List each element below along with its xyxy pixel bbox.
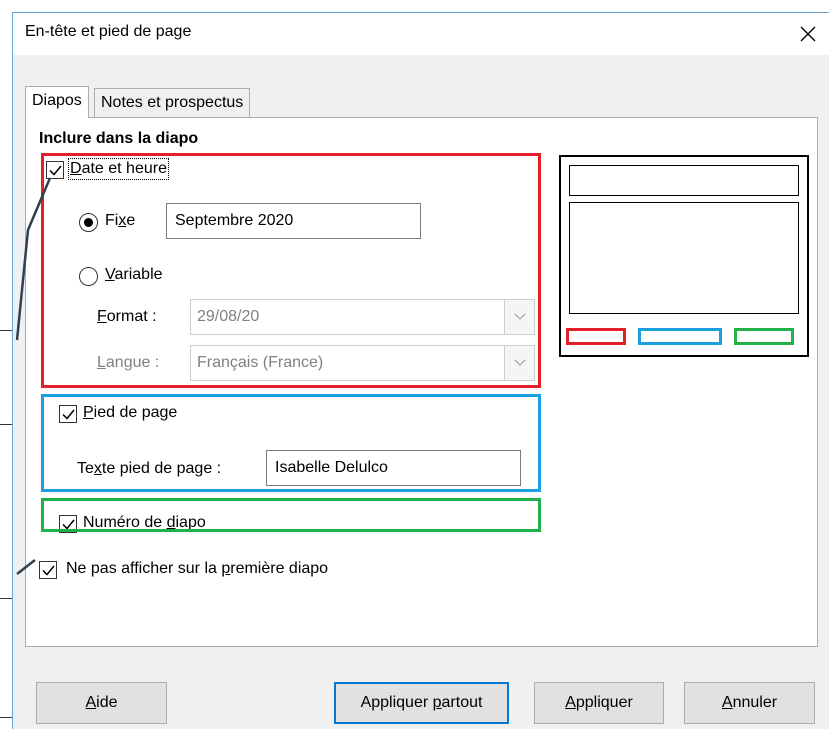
dialog-title: En-tête et pied de page	[25, 23, 192, 40]
cancel-button[interactable]: Annuler	[684, 682, 815, 724]
section-title: Inclure dans la diapo	[39, 130, 199, 147]
preview-title-area	[569, 165, 799, 196]
preview-date-placeholder	[566, 328, 626, 345]
close-icon	[800, 26, 816, 42]
apply-button[interactable]: Appliquer	[534, 682, 664, 724]
title-bar: En-tête et pied de page	[13, 13, 829, 55]
slide-number-frame	[41, 498, 541, 532]
tab-slides[interactable]: Diapos	[25, 86, 89, 118]
apply-all-button[interactable]: Appliquer partout	[334, 682, 509, 724]
footer-frame	[41, 394, 541, 492]
tab-panel: Inclure dans la diapo Date et heure Fixe…	[25, 117, 818, 647]
preview-footer-placeholder	[638, 328, 722, 345]
help-button[interactable]: Aide	[36, 682, 167, 724]
slide-preview	[559, 155, 809, 357]
tab-notes-handouts[interactable]: Notes et prospectus	[94, 88, 251, 118]
preview-content-area	[569, 202, 799, 314]
checkmark-icon	[42, 565, 55, 576]
date-time-frame	[41, 153, 541, 388]
preview-number-placeholder	[734, 328, 794, 345]
not-on-first-slide-checkbox[interactable]	[39, 561, 57, 579]
not-on-first-slide-label[interactable]: Ne pas afficher sur la première diapo	[66, 560, 328, 578]
close-button[interactable]	[791, 17, 825, 51]
header-footer-dialog: En-tête et pied de page Diapos Notes et …	[12, 12, 829, 729]
tab-notes-label: Notes et prospectus	[101, 94, 244, 111]
tab-slides-label: Diapos	[32, 92, 82, 109]
